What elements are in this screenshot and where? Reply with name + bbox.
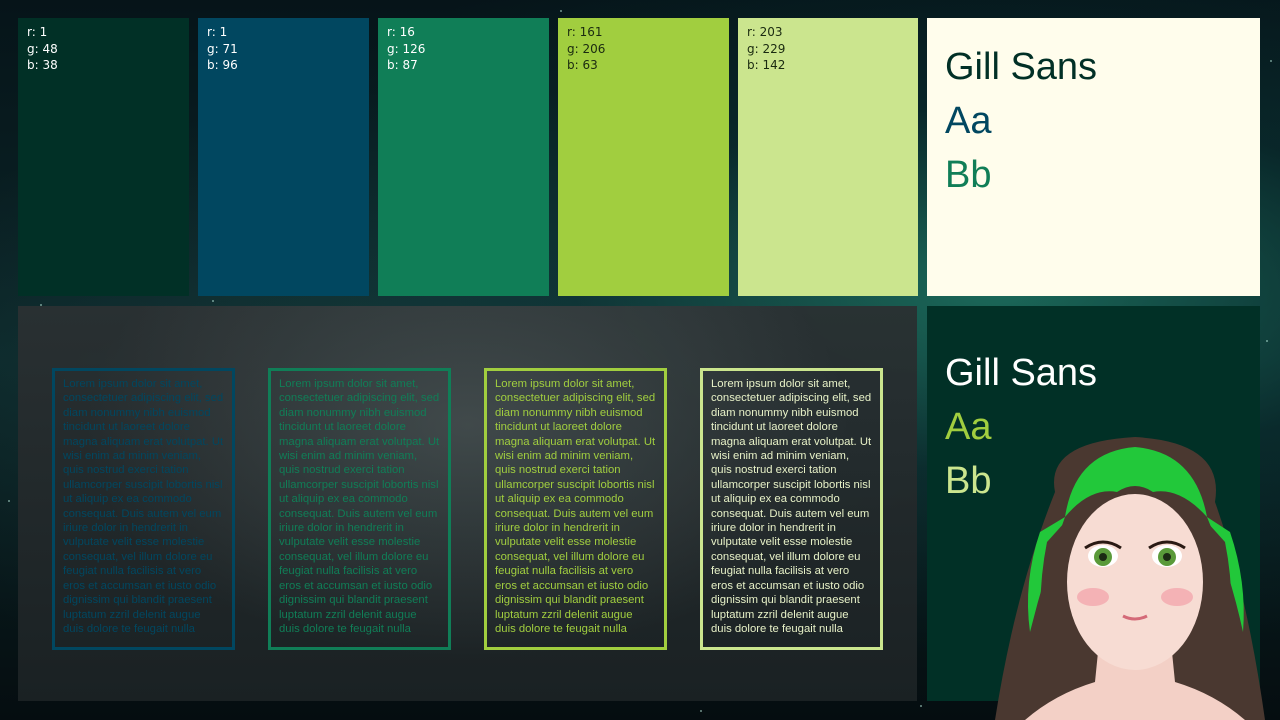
swatch-teal-blue: r: 1 g: 71 b: 96 [198,18,369,296]
swatch-dark-green: r: 1 g: 48 b: 38 [18,18,189,296]
avatar-character [995,437,1265,720]
lorem-text: Lorem ipsum dolor sit amet, consectetuer… [279,378,440,635]
font-name: Gill Sans [945,46,1098,88]
lorem-text: Lorem ipsum dolor sit amet, consectetuer… [495,378,656,635]
swatch-r-value: r: 203 [747,25,783,39]
lorem-box-green: Lorem ipsum dolor sit amet, consectetuer… [268,368,451,650]
font-name: Gill Sans [945,352,1098,394]
swatch-r-value: r: 1 [207,25,228,39]
swatch-lime: r: 161 g: 206 b: 63 [558,18,729,296]
swatch-b-value: b: 87 [387,58,418,72]
swatch-r-value: r: 16 [387,25,415,39]
swatch-b-value: b: 38 [27,58,58,72]
font-sample-aa: Aa [945,100,992,142]
swatch-g-value: g: 48 [27,41,58,56]
lorem-text: Lorem ipsum dolor sit amet, consectetuer… [711,378,872,635]
lorem-text: Lorem ipsum dolor sit amet, consectetuer… [63,378,224,635]
font-sample-bb: Bb [945,154,992,196]
swatch-g-value: g: 206 [567,41,606,56]
lorem-box-lime: Lorem ipsum dolor sit amet, consectetuer… [484,368,667,650]
lorem-box-pale-lime: Lorem ipsum dolor sit amet, consectetuer… [700,368,883,650]
swatch-green: r: 16 g: 126 b: 87 [378,18,549,296]
swatch-g-value: g: 229 [747,41,786,56]
swatch-pale-lime: r: 203 g: 229 b: 142 [738,18,918,296]
swatch-b-value: b: 63 [567,58,598,72]
swatch-r-value: r: 161 [567,25,603,39]
swatch-b-value: b: 142 [747,58,786,72]
swatch-g-value: g: 71 [207,41,238,56]
swatch-r-value: r: 1 [27,25,48,39]
swatch-g-value: g: 126 [387,41,426,56]
swatch-b-value: b: 96 [207,58,238,72]
lorem-box-teal: Lorem ipsum dolor sit amet, consectetuer… [52,368,235,650]
type-panel-light: Gill Sans Aa Bb [927,18,1260,296]
